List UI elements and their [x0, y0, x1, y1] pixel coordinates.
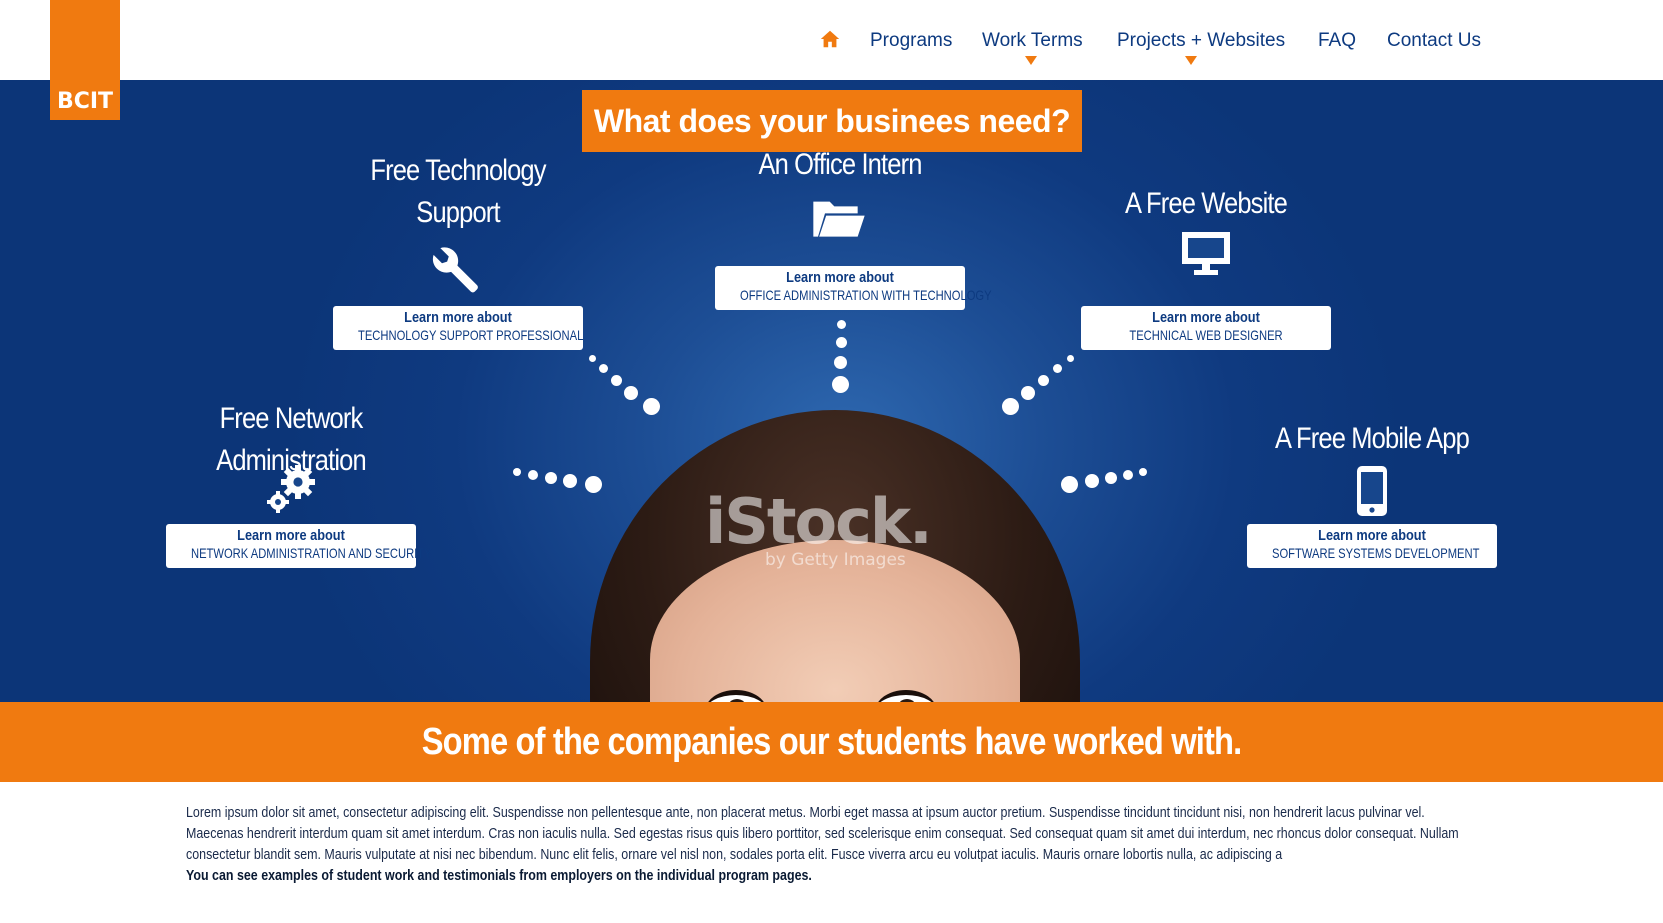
site-header: BCIT Programs Work Terms Projects + Webs…	[0, 0, 1663, 120]
learn-more-label: Learn more about	[404, 309, 512, 326]
service-title-website: A Free Website	[1125, 187, 1288, 220]
learn-more-web-designer-button[interactable]: Learn more about TECHNICAL WEB DESIGNER	[1081, 306, 1331, 350]
learn-more-office-admin-button[interactable]: Learn more about OFFICE ADMINISTRATION W…	[715, 266, 992, 310]
monitor-icon	[1182, 232, 1230, 275]
nav-work-terms[interactable]: Work Terms	[982, 30, 1083, 52]
companies-heading: Some of the companies our students have …	[421, 721, 1243, 763]
hero-title: What does your businees need?	[582, 90, 1082, 152]
learn-more-network-button[interactable]: Learn more about NETWORK ADMINISTRATION …	[166, 524, 432, 568]
program-name: SOFTWARE SYSTEMS DEVELOPMENT	[1272, 545, 1480, 561]
work-terms-caret-icon	[1025, 56, 1037, 65]
learn-more-tech-support-button[interactable]: Learn more about TECHNOLOGY SUPPORT PROF…	[333, 306, 583, 350]
gears-icon	[267, 465, 315, 513]
hero-section: iStock. by Getty Images What does your b…	[0, 80, 1663, 702]
service-title-tech-support: Free Technology Support	[370, 154, 546, 229]
bcit-logo[interactable]: BCIT	[50, 0, 120, 120]
nav-programs[interactable]: Programs	[870, 30, 952, 52]
program-name: NETWORK ADMINISTRATION AND SECURITY	[191, 545, 432, 561]
right-eye	[875, 690, 937, 702]
learn-more-label: Learn more about	[1318, 527, 1426, 544]
watermark-subtext: by Getty Images	[765, 550, 906, 570]
companies-banner: Some of the companies our students have …	[0, 702, 1663, 782]
nav-projects-websites[interactable]: Projects + Websites	[1117, 30, 1285, 52]
learn-more-label: Learn more about	[237, 527, 345, 544]
nav-faq[interactable]: FAQ	[1318, 30, 1356, 52]
service-title-mobile-app: A Free Mobile App	[1275, 422, 1470, 455]
service-title-office-intern: An Office Intern	[758, 148, 922, 181]
logo-text: BCIT	[56, 89, 114, 114]
student-work-note: You can see examples of student work and…	[186, 867, 812, 884]
program-name: OFFICE ADMINISTRATION WITH TECHNOLOGY	[740, 287, 992, 303]
folder-icon	[813, 201, 865, 237]
learn-more-label: Learn more about	[1152, 309, 1260, 326]
program-name: TECHNICAL WEB DESIGNER	[1129, 327, 1283, 343]
learn-more-label: Learn more about	[786, 269, 894, 286]
nav-contact-us[interactable]: Contact Us	[1387, 30, 1481, 52]
left-eye	[705, 690, 767, 702]
smartphone-icon	[1357, 466, 1387, 516]
learn-more-software-dev-button[interactable]: Learn more about SOFTWARE SYSTEMS DEVELO…	[1247, 524, 1497, 568]
projects-caret-icon	[1185, 56, 1197, 65]
intro-copy: Lorem ipsum dolor sit amet, consectetur …	[186, 802, 1476, 886]
istock-watermark: iStock.	[705, 485, 933, 558]
program-name: TECHNOLOGY SUPPORT PROFESSIONAL	[358, 327, 584, 343]
wrench-icon	[432, 247, 478, 293]
lorem-paragraph: Lorem ipsum dolor sit amet, consectetur …	[186, 804, 1459, 863]
home-icon[interactable]	[819, 28, 841, 50]
